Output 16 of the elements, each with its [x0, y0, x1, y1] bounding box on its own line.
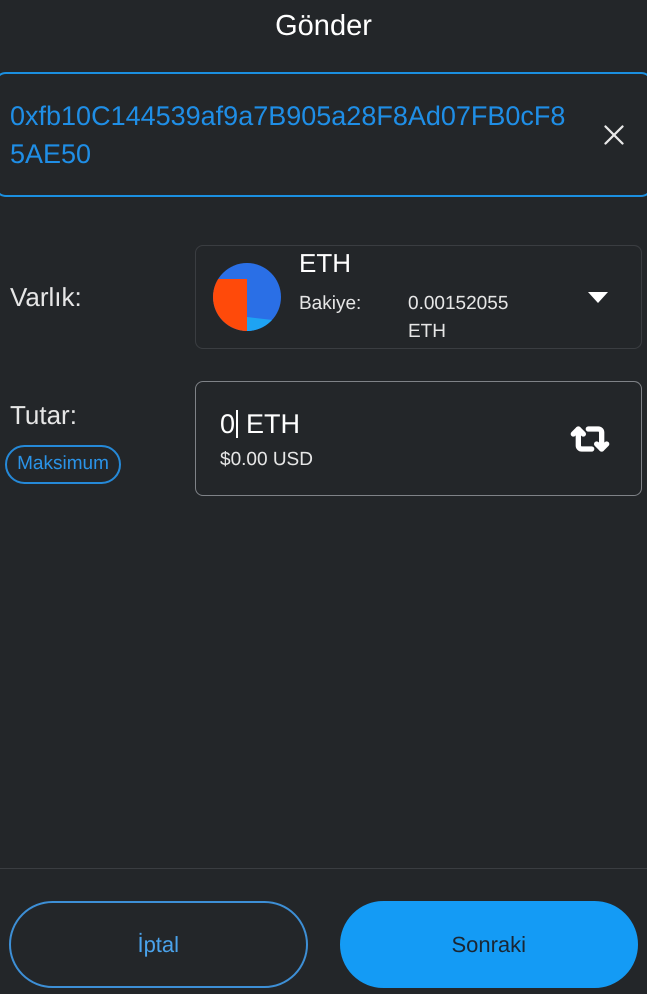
cancel-button[interactable]: İptal — [9, 901, 308, 988]
asset-dropdown[interactable]: ETH Bakiye: 0.00152055 ETH — [195, 245, 642, 349]
max-button[interactable]: Maksimum — [5, 445, 121, 484]
address-field[interactable]: 0xfb10C144539af9a7B905a28F8Ad07FB0cF85AE50 — [0, 72, 647, 197]
fiat-value: $0.00 USD — [220, 448, 313, 472]
amount-label: Tutar: — [10, 399, 77, 431]
amount-unit: ETH — [246, 408, 300, 440]
caret-icon — [588, 292, 608, 302]
page-title: Gönder — [275, 12, 372, 40]
balance-label: Bakiye: — [299, 292, 362, 316]
asset-label: Varlık: — [10, 280, 82, 314]
token-symbol: ETH — [299, 247, 352, 279]
amount-field[interactable]: 0 ETH $0.00 USD — [195, 381, 642, 496]
balance-value: 0.00152055 ETH — [408, 292, 510, 344]
next-button[interactable]: Sonraki — [340, 901, 638, 988]
amount-value: 0 — [220, 408, 236, 440]
